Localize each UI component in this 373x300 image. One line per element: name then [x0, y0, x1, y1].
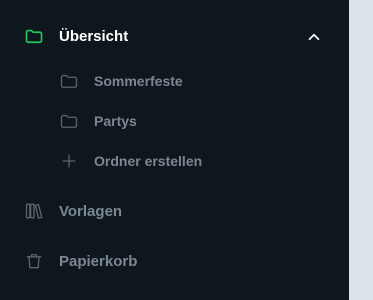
folder-item-sommerfeste[interactable]: Sommerfeste	[59, 71, 183, 91]
trash-icon	[24, 251, 44, 271]
library-icon	[24, 201, 44, 221]
collapse-chevron-icon[interactable]	[305, 28, 323, 46]
sidebar-item-trash[interactable]: Papierkorb	[24, 251, 137, 271]
plus-icon	[59, 151, 79, 171]
sidebar-item-label: Vorlagen	[59, 202, 123, 220]
create-folder-label: Ordner erstellen	[94, 153, 203, 169]
folder-label: Sommerfeste	[94, 73, 183, 89]
sidebar-item-templates[interactable]: Vorlagen	[24, 201, 122, 221]
folder-icon	[24, 26, 44, 46]
sidebar-item-overview[interactable]: Übersicht	[24, 26, 128, 46]
sidebar-item-label: Übersicht	[59, 27, 129, 45]
folder-item-partys[interactable]: Partys	[59, 111, 137, 131]
folder-label: Partys	[94, 113, 137, 129]
sidebar: Übersicht Sommerfeste Partys Ordner erst…	[0, 0, 349, 300]
create-folder-button[interactable]: Ordner erstellen	[59, 151, 202, 171]
content-area-edge	[349, 0, 373, 300]
folder-icon	[59, 111, 79, 131]
sidebar-item-label: Papierkorb	[59, 252, 138, 270]
folder-icon	[59, 71, 79, 91]
